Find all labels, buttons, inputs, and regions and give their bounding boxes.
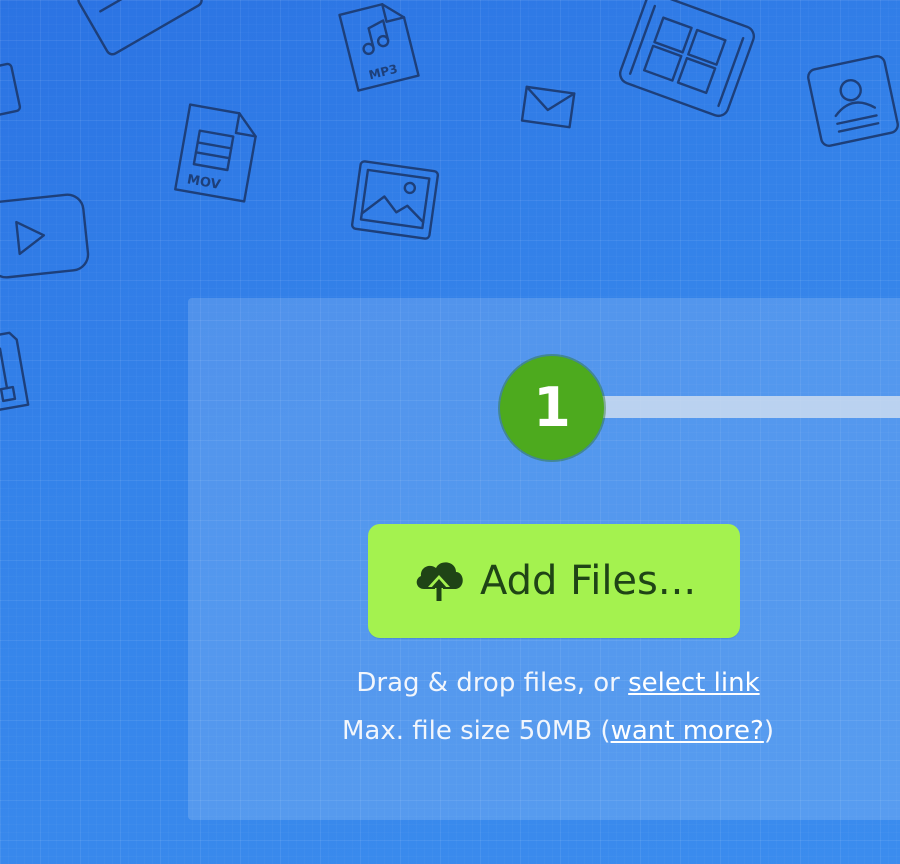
play-video-icon	[0, 186, 96, 287]
video-file-icon: MOV	[164, 97, 270, 211]
drag-drop-label: Drag & drop files, or	[356, 668, 629, 698]
max-size-text: Max. file size 50MB (want more?)	[188, 716, 900, 746]
drag-drop-text: Drag & drop files, or select link	[188, 668, 900, 698]
archive-icon	[0, 325, 33, 417]
film-strip-icon	[607, 0, 767, 129]
document-icon	[68, 0, 212, 65]
want-more-link[interactable]: want more?	[611, 716, 764, 746]
image-icon	[345, 154, 445, 246]
select-link[interactable]: select link	[628, 668, 760, 698]
mov-label: MOV	[186, 172, 222, 193]
add-files-label: Add Files...	[479, 558, 697, 604]
audio-file-icon: MP3	[330, 0, 429, 98]
cloud-upload-icon	[412, 557, 466, 609]
add-files-button[interactable]: Add Files...	[368, 524, 740, 638]
mail-icon	[517, 82, 579, 133]
step-number-badge: 1	[500, 356, 604, 460]
max-size-close: )	[763, 716, 775, 746]
contact-card-icon	[800, 48, 900, 155]
partial-icon	[0, 56, 28, 124]
mp3-label: MP3	[367, 62, 399, 83]
max-size-label: Max. file size 50MB (	[341, 716, 611, 746]
step-progress-line	[600, 396, 900, 418]
